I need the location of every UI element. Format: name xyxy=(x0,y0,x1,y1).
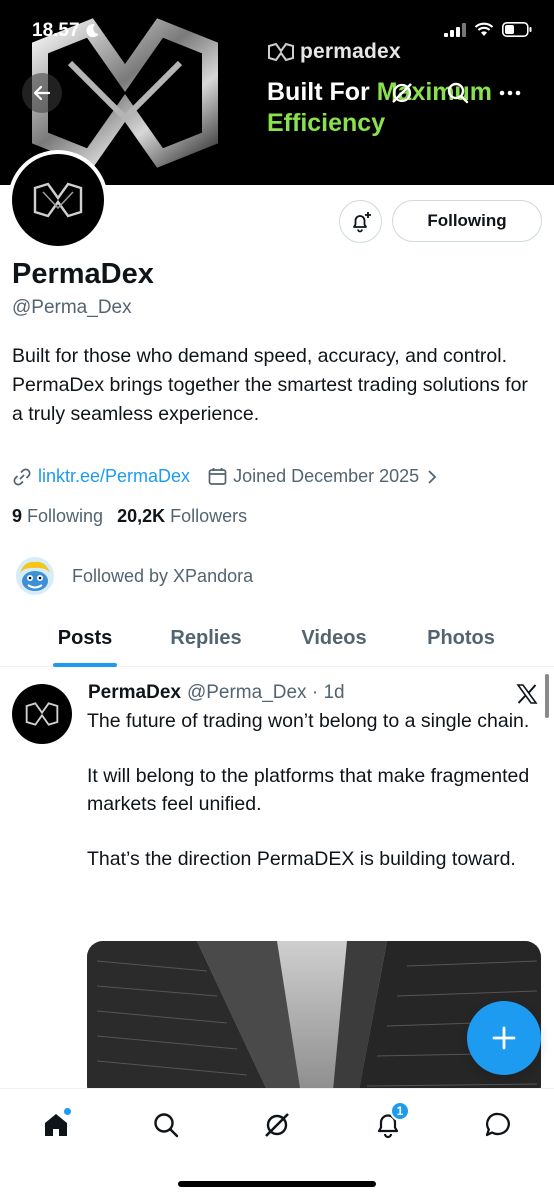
nav-search[interactable] xyxy=(146,1105,186,1145)
followers-count[interactable]: 20,2K Followers xyxy=(117,506,247,527)
search-icon xyxy=(154,1113,179,1138)
followed-by[interactable]: Followed by XPandora xyxy=(16,557,253,595)
moon-icon xyxy=(85,24,99,38)
banner-brand-name: permadex xyxy=(300,40,401,63)
nav-grok[interactable] xyxy=(257,1105,297,1145)
status-time: 18.57 xyxy=(32,20,100,42)
banner-brand: permadex xyxy=(268,40,401,64)
link-icon xyxy=(13,468,31,485)
bell-plus-icon xyxy=(352,211,371,232)
search-icon xyxy=(447,82,469,104)
nav-messages[interactable] xyxy=(478,1105,518,1145)
following-button[interactable]: Following xyxy=(392,200,542,242)
tab-posts[interactable]: Posts xyxy=(0,610,170,667)
tab-photos-label: Photos xyxy=(427,627,495,649)
bio-line-2: PermaDex brings together the smartest tr… xyxy=(12,374,528,425)
grok-icon xyxy=(265,1113,289,1137)
tab-posts-label: Posts xyxy=(57,627,113,649)
profile-joined: Joined December 2025 xyxy=(233,466,420,486)
profile-joined-item: Joined December 2025 xyxy=(208,466,437,487)
skyscrapers-photo xyxy=(87,941,541,1088)
following-count-label: Following xyxy=(27,506,104,526)
plus-icon xyxy=(492,1026,516,1050)
home-indicator[interactable] xyxy=(178,1181,376,1187)
following-count-value: 9 xyxy=(12,506,23,526)
post-paragraph-1: The future of trading won’t belong to a … xyxy=(87,710,530,732)
notify-bell-button[interactable] xyxy=(339,200,382,243)
chevron-right-icon[interactable] xyxy=(427,469,437,485)
nav-home[interactable] xyxy=(36,1105,76,1145)
profile-meta: linktr.ee/PermaDex Joined December 2025 xyxy=(12,466,437,487)
scroll-indicator xyxy=(545,674,549,718)
back-button[interactable] xyxy=(22,73,62,113)
tab-photos[interactable]: Photos xyxy=(426,610,496,667)
status-indicators xyxy=(444,22,532,37)
following-count[interactable]: 9 Following xyxy=(12,506,103,527)
permadex-logo-icon xyxy=(33,182,83,218)
arrow-left-icon xyxy=(33,85,51,101)
tab-videos[interactable]: Videos xyxy=(242,610,426,667)
followed-by-text: Followed by XPandora xyxy=(72,565,254,586)
followers-count-label: Followers xyxy=(170,506,248,526)
post-handle-time: @Perma_Dex · 1d xyxy=(186,682,345,703)
post-media-image[interactable] xyxy=(87,941,541,1088)
profile-display-name: PermaDex xyxy=(12,258,154,290)
chat-bubble-icon xyxy=(485,1112,510,1137)
tab-replies-label: Replies xyxy=(170,627,242,649)
status-time-text: 18.57 xyxy=(32,20,80,41)
calendar-icon xyxy=(208,468,227,485)
banner-tagline-line2: Efficiency xyxy=(267,109,386,137)
post-text: The future of trading won’t belong to a … xyxy=(87,708,537,901)
x-logo-icon[interactable] xyxy=(515,682,539,706)
bio-line-1: Built for those who demand speed, accura… xyxy=(12,345,508,367)
compose-post-button[interactable] xyxy=(467,1001,541,1075)
post-author-name[interactable]: PermaDex xyxy=(88,682,181,704)
more-options-button[interactable] xyxy=(490,73,530,113)
profile-handle: @Perma_Dex xyxy=(12,297,132,318)
mascot-icon xyxy=(20,561,50,591)
notifications-badge: 1 xyxy=(390,1101,410,1121)
profile-avatar[interactable] xyxy=(8,150,108,250)
signal-icon xyxy=(444,22,466,37)
profile-link[interactable]: linktr.ee/PermaDex xyxy=(38,466,190,487)
grok-icon xyxy=(392,83,412,103)
post-author-avatar[interactable] xyxy=(12,684,72,744)
more-horizontal-icon xyxy=(499,90,521,96)
post-paragraph-2: It will belong to the platforms that mak… xyxy=(87,765,530,815)
active-tab-indicator xyxy=(53,663,117,667)
grok-button[interactable] xyxy=(382,73,422,113)
wifi-icon xyxy=(474,22,494,36)
profile-tabs: Posts Replies Videos Photos xyxy=(0,610,554,667)
profile-bio: Built for those who demand speed, accura… xyxy=(12,342,542,429)
profile-stats: 9 Following 20,2K Followers xyxy=(12,506,247,527)
permadex-mark-icon xyxy=(268,43,294,61)
battery-icon xyxy=(502,22,532,37)
followed-by-avatar xyxy=(16,557,54,595)
followers-count-value: 20,2K xyxy=(117,506,166,526)
profile-link-item[interactable]: linktr.ee/PermaDex xyxy=(12,466,190,487)
home-new-dot xyxy=(63,1107,72,1116)
tab-replies[interactable]: Replies xyxy=(170,610,242,667)
nav-notifications[interactable]: 1 xyxy=(368,1101,410,1145)
post-paragraph-3: That’s the direction PermaDEX is buildin… xyxy=(87,847,516,870)
tab-videos-label: Videos xyxy=(301,627,367,649)
permadex-logo-icon xyxy=(25,702,59,726)
avatar xyxy=(12,154,104,246)
search-button[interactable] xyxy=(438,73,478,113)
banner-tagline-part1: Built For xyxy=(267,78,377,106)
post-header: PermaDex @Perma_Dex · 1d xyxy=(88,682,345,704)
